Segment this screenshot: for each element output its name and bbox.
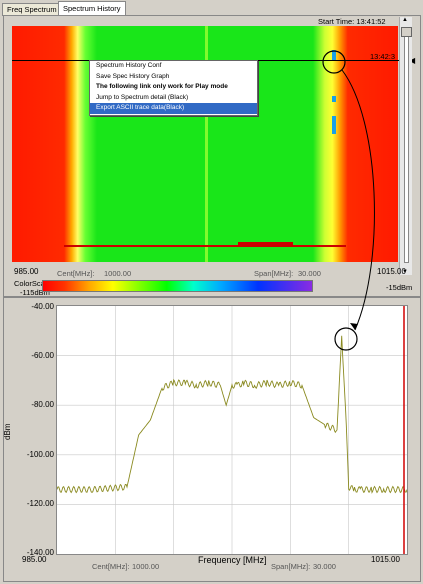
wf-span-label: Span[MHz]: [254,269,294,278]
spec-freq-start: 985.00 [22,555,47,564]
wf-span-value: 30.000 [298,269,321,278]
history-line-2 [238,242,293,245]
scroll-track[interactable] [404,27,409,263]
signal-blip-1 [332,50,336,60]
spec-span-value: 30.000 [313,562,336,571]
scroll-up-icon[interactable]: ▲ [402,17,408,23]
tab-spectrum-history[interactable]: Spectrum History [58,1,126,16]
wf-freq-end: 1015.00 [377,267,406,276]
signal-blip-2 [332,96,336,102]
spectrum-plot[interactable] [56,305,408,555]
signal-blip-3 [332,116,336,134]
colorscale-max: -15dBm [386,283,413,292]
history-line-1 [64,245,346,247]
spec-freq-end: 1015.00 [371,555,400,564]
wf-freq-start: 985.00 [14,267,39,276]
start-time-label: Start Time: 13:41:52 [318,17,386,26]
waterfall-scrollbar[interactable]: ▲ ▼ [399,17,412,275]
menu-item-history-conf[interactable]: Spectrum History Conf [90,61,257,72]
menu-item-play-mode-note: The following link only work for Play mo… [96,83,228,90]
wf-cent-value: 1000.00 [104,269,132,278]
marker-time-label: 13:42:3 [370,52,396,61]
menu-item-save-graph[interactable]: Save Spec History Graph [90,72,257,83]
spectrum-svg [56,306,408,554]
ytick-label: -80.00 [31,400,54,409]
wf-cent-label: Cent[MHz]: [57,269,95,278]
tab-bar: Freq Spectrum Spectrum History [0,0,423,16]
x-axis-label: Frequency [MHz] [198,555,267,565]
spec-span-label: Span[MHz]: [271,562,311,571]
ytick-label: -100.00 [26,450,54,459]
scroll-thumb[interactable] [401,27,412,37]
menu-item-jump-detail[interactable]: Jump to Spectrum detail (Black) [90,93,257,104]
spec-cent-value: 1000.00 [132,562,160,571]
y-axis-label: dBm [3,423,12,440]
menu-item-export-ascii[interactable]: Export ASCII trace data(Black) [90,103,257,114]
spec-cent-label: Cent[MHz]: [92,562,130,571]
ytick-label: -120.00 [26,499,54,508]
ytick-label: -40.00 [31,302,54,311]
ytick-label: -60.00 [31,351,54,360]
colorscale-bar [42,280,313,292]
context-menu: Spectrum History Conf Save Spec History … [89,60,258,116]
